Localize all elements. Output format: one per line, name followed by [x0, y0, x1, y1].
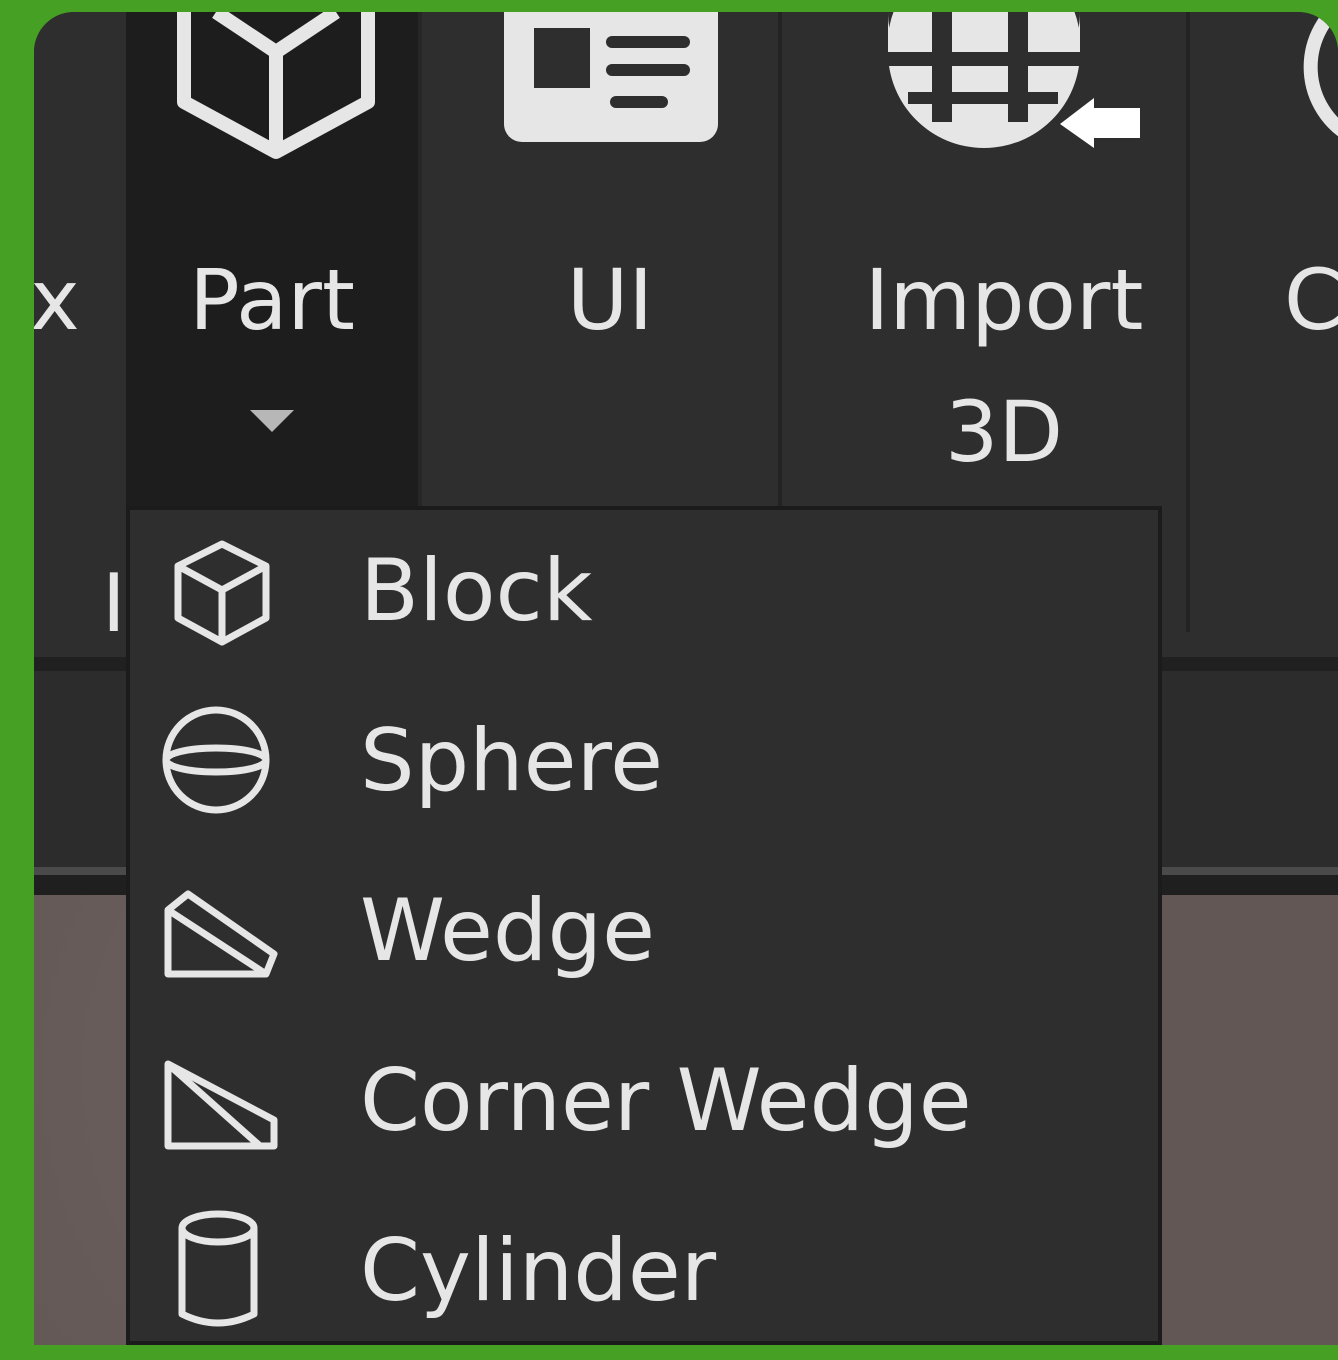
part-label: Part	[189, 251, 355, 349]
menu-item-label: Sphere	[360, 711, 663, 811]
menu-item-label: Wedge	[360, 881, 655, 981]
menu-item-block[interactable]: Block	[130, 510, 1158, 680]
toolbar-fragment-right: C	[1284, 251, 1338, 349]
toolbar-fragment-left: x	[34, 251, 80, 349]
menu-item-label: Corner Wedge	[360, 1051, 972, 1151]
sphere-icon	[162, 706, 270, 814]
menu-item-label: Cylinder	[360, 1221, 717, 1321]
ui-button[interactable]: UI	[454, 12, 766, 512]
ui-label: UI	[566, 251, 654, 349]
group-label-fragment: I	[102, 557, 126, 650]
partial-tool-icon	[1303, 12, 1338, 137]
separator	[1186, 12, 1190, 632]
part-dropdown-arrow-icon[interactable]	[250, 410, 294, 432]
cube-icon	[174, 540, 270, 646]
import-3d-label-line2: 3D	[944, 383, 1064, 481]
import-3d-icon	[888, 12, 1140, 148]
menu-item-cylinder[interactable]: Cylinder	[130, 1190, 1158, 1360]
menu-item-corner-wedge[interactable]: Corner Wedge	[130, 1020, 1158, 1190]
menu-item-wedge[interactable]: Wedge	[130, 850, 1158, 1020]
part-dropdown-menu: Block Sphere Wedge Corner Wedge Cylinder	[126, 506, 1162, 1345]
part-cube-icon	[177, 12, 375, 159]
import-3d-label-line1: Import	[864, 251, 1144, 349]
import-3d-button[interactable]: Import 3D	[824, 12, 1184, 512]
menu-item-sphere[interactable]: Sphere	[130, 680, 1158, 850]
cylinder-icon	[178, 1210, 258, 1327]
separator	[778, 12, 782, 512]
menu-item-label: Block	[360, 541, 593, 641]
part-button[interactable]: Part	[126, 12, 418, 512]
separator	[418, 12, 422, 512]
wedge-icon	[164, 890, 278, 978]
ui-window-icon	[504, 12, 718, 142]
corner-wedge-icon	[164, 1060, 278, 1150]
